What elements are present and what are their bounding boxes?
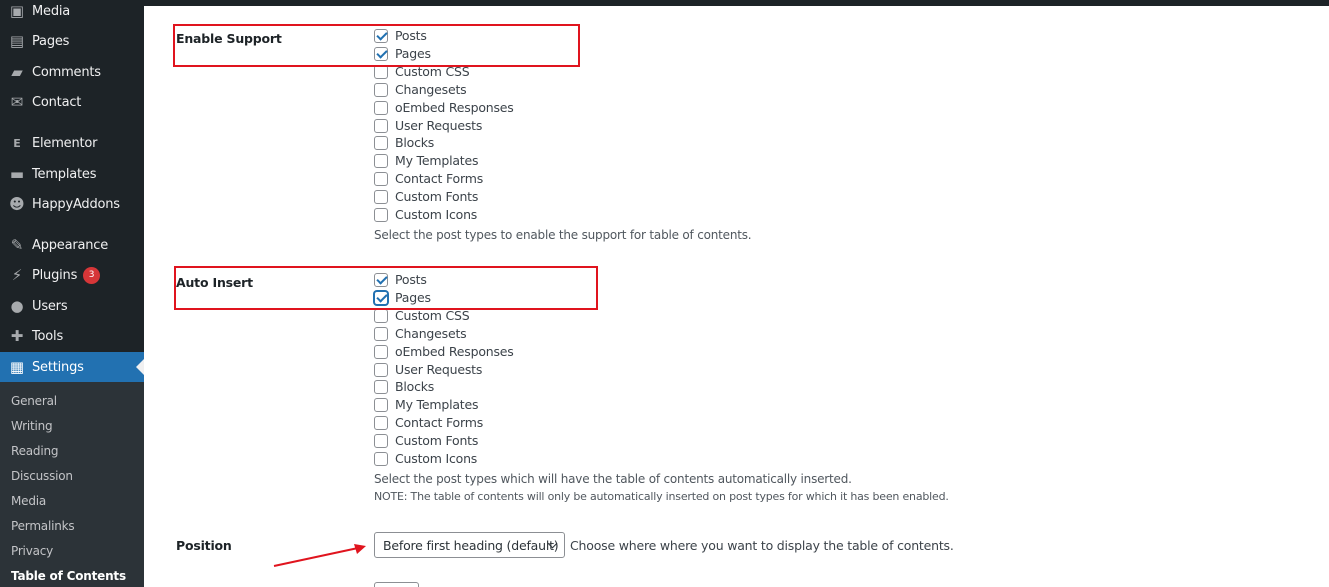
auto-insert-checkbox-my-templates[interactable] bbox=[374, 398, 388, 412]
enable-support-checkbox-blocks[interactable] bbox=[374, 136, 388, 150]
submenu-media[interactable]: Media bbox=[11, 494, 46, 508]
enable-support-checkbox-label-custom-icons[interactable]: Custom Icons bbox=[395, 207, 477, 222]
position-label: Position bbox=[176, 538, 232, 553]
annotation-arrow bbox=[273, 544, 366, 567]
enable-support-checkbox-oembed-responses[interactable] bbox=[374, 101, 388, 115]
brush-icon: ✎ bbox=[10, 236, 24, 254]
folder-icon: ▬ bbox=[9, 165, 25, 183]
enable-support-checkbox-custom-css[interactable] bbox=[374, 65, 388, 79]
sidebar-item-media[interactable]: ▣ Media bbox=[0, 0, 144, 26]
wrench-icon: ✚ bbox=[10, 327, 24, 345]
enable-support-checkbox-label-my-templates[interactable]: My Templates bbox=[395, 153, 479, 168]
auto-insert-checkbox-label-user-requests[interactable]: User Requests bbox=[395, 362, 482, 377]
enable-support-checkbox-label-oembed-responses[interactable]: oEmbed Responses bbox=[395, 100, 514, 115]
sidebar-item-comments[interactable]: ▰ Comments bbox=[0, 57, 144, 87]
auto-insert-checkbox-changesets[interactable] bbox=[374, 327, 388, 341]
sidebar-item-templates[interactable]: ▬ Templates bbox=[0, 159, 144, 189]
sidebar-item-tools[interactable]: ✚ Tools bbox=[0, 321, 144, 351]
next-field-input[interactable] bbox=[374, 582, 419, 587]
auto-insert-checkbox-label-blocks[interactable]: Blocks bbox=[395, 379, 434, 394]
enable-support-checkbox-label-custom-fonts[interactable]: Custom Fonts bbox=[395, 189, 478, 204]
submenu-general[interactable]: General bbox=[11, 394, 57, 408]
enable-support-checkbox-label-changesets[interactable]: Changesets bbox=[395, 82, 467, 97]
enable-support-checkbox-label-contact-forms[interactable]: Contact Forms bbox=[395, 171, 483, 186]
auto-insert-note: NOTE: The table of contents will only be… bbox=[374, 490, 949, 503]
plugins-update-badge: 3 bbox=[83, 266, 101, 284]
enable-support-checkbox-label-blocks[interactable]: Blocks bbox=[395, 135, 434, 150]
submenu-table-of-contents[interactable]: Table of Contents bbox=[11, 569, 126, 583]
enable-support-checkbox-label-user-requests[interactable]: User Requests bbox=[395, 118, 482, 133]
auto-insert-description: Select the post types which will have th… bbox=[374, 472, 852, 486]
sidebar-item-pages[interactable]: ▤ Pages bbox=[0, 26, 144, 56]
auto-insert-checkbox-custom-fonts[interactable] bbox=[374, 434, 388, 448]
auto-insert-checkbox-label-changesets[interactable]: Changesets bbox=[395, 326, 467, 341]
settings-icon: ▦ bbox=[9, 358, 25, 376]
enable-support-checkbox-my-templates[interactable] bbox=[374, 154, 388, 168]
sidebar-item-users[interactable]: ● Users bbox=[0, 291, 144, 321]
enable-support-checkbox-user-requests[interactable] bbox=[374, 119, 388, 133]
submenu-permalinks[interactable]: Permalinks bbox=[11, 519, 75, 533]
happyaddons-icon: ☻ bbox=[9, 195, 25, 213]
enable-support-checkbox-custom-icons[interactable] bbox=[374, 208, 388, 222]
pages-icon: ▤ bbox=[9, 32, 25, 50]
submenu-discussion[interactable]: Discussion bbox=[11, 469, 73, 483]
enable-support-checkbox-custom-fonts[interactable] bbox=[374, 190, 388, 204]
top-bar bbox=[144, 0, 1329, 6]
media-icon: ▣ bbox=[9, 2, 25, 20]
comments-icon: ▰ bbox=[11, 63, 23, 81]
annotation-arrow-line bbox=[273, 547, 359, 567]
auto-insert-checkbox-label-contact-forms[interactable]: Contact Forms bbox=[395, 415, 483, 430]
auto-insert-checkbox-label-my-templates[interactable]: My Templates bbox=[395, 397, 479, 412]
submenu-reading[interactable]: Reading bbox=[11, 444, 59, 458]
elementor-icon: E bbox=[13, 136, 21, 150]
enable-support-checkbox-contact-forms[interactable] bbox=[374, 172, 388, 186]
auto-insert-checkbox-label-custom-fonts[interactable]: Custom Fonts bbox=[395, 433, 478, 448]
user-icon: ● bbox=[10, 297, 24, 315]
submenu-writing[interactable]: Writing bbox=[11, 419, 53, 433]
admin-sidebar: ▣ Media ▤ Pages ▰ Comments ✉ Contact E E… bbox=[0, 0, 144, 587]
auto-insert-checkbox-custom-icons[interactable] bbox=[374, 452, 388, 466]
annotation-box-enable-support bbox=[173, 24, 580, 67]
sidebar-item-happyaddons[interactable]: ☻ HappyAddons bbox=[0, 189, 144, 219]
active-arrow-indicator bbox=[136, 359, 144, 375]
position-select[interactable]: Before first heading (default) bbox=[374, 532, 565, 558]
sidebar-item-elementor[interactable]: E Elementor bbox=[0, 128, 144, 158]
plugin-icon: ⚡ bbox=[11, 266, 23, 284]
sidebar-item-appearance[interactable]: ✎ Appearance bbox=[0, 230, 144, 260]
annotation-arrow-head bbox=[354, 544, 366, 554]
position-description: Choose where where you want to display t… bbox=[570, 538, 954, 553]
enable-support-checkbox-changesets[interactable] bbox=[374, 83, 388, 97]
sidebar-item-contact[interactable]: ✉ Contact bbox=[0, 87, 144, 117]
auto-insert-checkbox-oembed-responses[interactable] bbox=[374, 345, 388, 359]
auto-insert-checkbox-label-custom-css[interactable]: Custom CSS bbox=[395, 308, 470, 323]
settings-submenu: General Writing Reading Discussion Media… bbox=[0, 382, 144, 587]
auto-insert-checkbox-blocks[interactable] bbox=[374, 380, 388, 394]
annotation-box-auto-insert bbox=[174, 266, 598, 310]
sidebar-item-plugins[interactable]: ⚡ Plugins 3 bbox=[0, 260, 144, 290]
auto-insert-checkbox-contact-forms[interactable] bbox=[374, 416, 388, 430]
enable-support-description: Select the post types to enable the supp… bbox=[374, 228, 752, 242]
auto-insert-checkbox-label-custom-icons[interactable]: Custom Icons bbox=[395, 451, 477, 466]
envelope-icon: ✉ bbox=[10, 93, 24, 111]
auto-insert-checkbox-custom-css[interactable] bbox=[374, 309, 388, 323]
auto-insert-checkbox-label-oembed-responses[interactable]: oEmbed Responses bbox=[395, 344, 514, 359]
submenu-privacy[interactable]: Privacy bbox=[11, 544, 53, 558]
auto-insert-checkbox-user-requests[interactable] bbox=[374, 363, 388, 377]
sidebar-item-settings[interactable]: ▦ Settings bbox=[0, 352, 144, 382]
